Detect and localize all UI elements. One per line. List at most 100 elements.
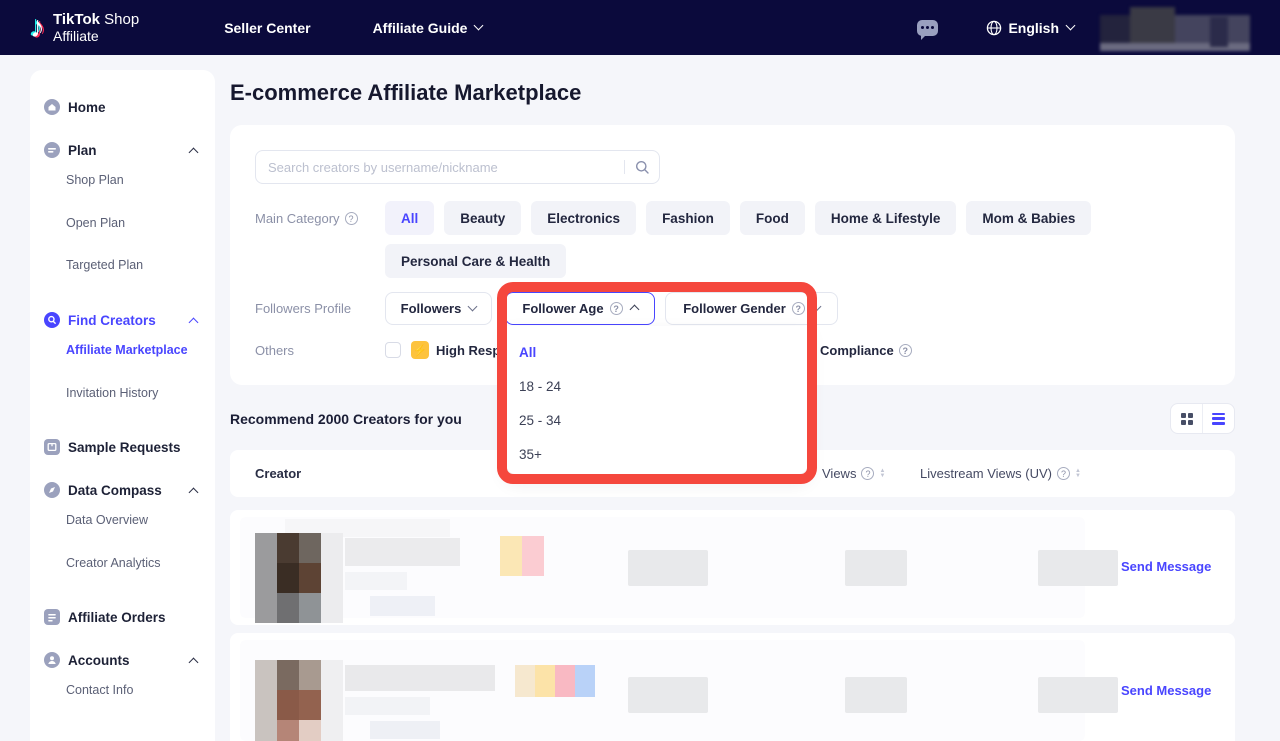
sidebar-item-data-compass[interactable]: Data Compass (30, 479, 215, 501)
navbar-right: English (917, 7, 1250, 49)
high-response-checkbox[interactable] (385, 342, 401, 358)
accounts-icon (44, 652, 60, 668)
category-chip-beauty[interactable]: Beauty (444, 201, 521, 235)
search-input[interactable] (268, 160, 624, 175)
blurred-metric (845, 550, 907, 586)
sort-icon[interactable]: ▲▼ (1075, 469, 1081, 479)
follower-gender-filter-button[interactable]: Follower Gender? (665, 292, 838, 325)
chevron-up-icon (189, 487, 199, 497)
sidebar-item-targeted-plan[interactable]: Targeted Plan (66, 256, 143, 274)
sidebar-item-invitation-history[interactable]: Invitation History (66, 384, 158, 402)
sidebar-item-affiliate-orders[interactable]: Affiliate Orders (30, 606, 215, 628)
page-title: E-commerce Affiliate Marketplace (230, 80, 581, 106)
sidebar-item-sample-requests[interactable]: Sample Requests (30, 436, 215, 458)
category-chip-personal-care[interactable]: Personal Care & Health (385, 244, 566, 278)
top-navbar: ♪ TikTok Shop Affiliate Seller Center Af… (0, 0, 1280, 55)
chevron-down-icon (474, 21, 484, 31)
affiliate-guide-menu[interactable]: Affiliate Guide (373, 20, 483, 36)
list-icon (1212, 413, 1225, 425)
logo-title-light: Shop (104, 11, 139, 28)
plan-icon (44, 142, 60, 158)
sidebar-item-home[interactable]: Home (30, 96, 215, 118)
globe-icon (986, 20, 1002, 36)
sidebar-item-contact-info[interactable]: Contact Info (66, 681, 133, 699)
chevron-up-icon (629, 305, 639, 315)
search-box (255, 150, 660, 184)
blurred-metric (1038, 677, 1118, 713)
column-creator: Creator (255, 450, 301, 497)
chevron-up-icon (189, 657, 199, 667)
question-icon[interactable]: ? (792, 302, 805, 315)
question-icon[interactable]: ? (610, 302, 623, 315)
sidebar-item-creator-analytics[interactable]: Creator Analytics (66, 554, 160, 572)
affiliate-orders-icon (44, 609, 60, 625)
chevron-up-icon (189, 317, 199, 327)
tiktok-note-icon: ♪ (30, 13, 45, 43)
logo-subtitle: Affiliate (53, 28, 139, 45)
column-livestream-views: Livestream Views (UV)? ▲▼ (920, 450, 1081, 497)
send-message-link[interactable]: Send Message (1121, 683, 1211, 698)
sidebar-item-data-overview[interactable]: Data Overview (66, 511, 148, 529)
compliance-label: Compliance? (820, 343, 912, 358)
category-chip-mom-babies[interactable]: Mom & Babies (966, 201, 1091, 235)
question-icon[interactable]: ? (1057, 467, 1070, 480)
followers-profile-label: Followers Profile (255, 301, 351, 316)
affiliate-guide-label: Affiliate Guide (373, 20, 468, 36)
sidebar-item-plan[interactable]: Plan (30, 139, 215, 161)
sidebar-item-open-plan[interactable]: Open Plan (66, 214, 125, 232)
category-chip-food[interactable]: Food (740, 201, 805, 235)
high-response-label: High Respo (436, 343, 508, 358)
chevron-up-icon (189, 147, 199, 157)
follower-age-filter-button[interactable]: Follower Age? (505, 292, 655, 325)
grid-view-button[interactable] (1171, 404, 1202, 433)
language-label: English (1008, 20, 1059, 36)
seller-center-link[interactable]: Seller Center (224, 20, 310, 36)
creator-row: Send Message (230, 510, 1235, 625)
data-compass-icon (44, 482, 60, 498)
chevron-down-icon (1066, 21, 1076, 31)
logo-title-bold: TikTok (53, 11, 100, 28)
list-view-button[interactable] (1202, 404, 1234, 433)
send-message-link[interactable]: Send Message (1121, 559, 1211, 574)
sidebar: Home Plan Shop Plan Open Plan Targeted P… (30, 70, 215, 741)
blurred-metric (628, 677, 708, 713)
sidebar-item-accounts[interactable]: Accounts (30, 649, 215, 671)
sidebar-item-affiliate-marketplace[interactable]: Affiliate Marketplace (66, 341, 188, 359)
age-option-all[interactable]: All (506, 335, 808, 369)
recommend-text: Recommend 2000 Creators for you (230, 411, 462, 427)
tiktok-shop-affiliate-logo[interactable]: ♪ TikTok Shop Affiliate (30, 11, 139, 45)
account-blurred[interactable] (1100, 7, 1250, 49)
question-icon[interactable]: ? (861, 467, 874, 480)
question-icon[interactable]: ? (899, 344, 912, 357)
view-toggle (1170, 403, 1235, 434)
age-option-35plus[interactable]: 35+ (506, 437, 808, 471)
language-selector[interactable]: English (986, 20, 1074, 36)
chat-icon[interactable] (917, 20, 938, 36)
category-chip-electronics[interactable]: Electronics (531, 201, 636, 235)
grid-icon (1181, 413, 1193, 425)
blurred-metric (845, 677, 907, 713)
main-category-label: Main Category? (255, 211, 358, 226)
question-icon[interactable]: ? (345, 212, 358, 225)
category-chip-home-lifestyle[interactable]: Home & Lifestyle (815, 201, 957, 235)
lightning-icon: ⚡ (411, 341, 429, 359)
others-label: Others (255, 343, 294, 358)
sample-requests-icon (44, 439, 60, 455)
category-chip-fashion[interactable]: Fashion (646, 201, 730, 235)
home-icon (44, 99, 60, 115)
logo-text: TikTok Shop Affiliate (53, 11, 139, 45)
sort-icon[interactable]: ▲▼ (879, 469, 885, 479)
category-chips-row2: Personal Care & Health (385, 244, 566, 278)
category-chips-row1: All Beauty Electronics Fashion Food Home… (385, 201, 1091, 235)
follower-age-dropdown: All 18 - 24 25 - 34 35+ (506, 326, 808, 474)
search-icon[interactable] (625, 160, 659, 175)
sidebar-item-shop-plan[interactable]: Shop Plan (66, 171, 124, 189)
age-option-18-24[interactable]: 18 - 24 (506, 369, 808, 403)
chevron-down-icon (811, 302, 821, 312)
followers-filter-button[interactable]: Followers (385, 292, 492, 325)
blurred-metric (628, 550, 708, 586)
age-option-25-34[interactable]: 25 - 34 (506, 403, 808, 437)
category-chip-all[interactable]: All (385, 201, 434, 235)
sidebar-item-find-creators[interactable]: Find Creators (30, 309, 215, 331)
chevron-down-icon (468, 302, 478, 312)
